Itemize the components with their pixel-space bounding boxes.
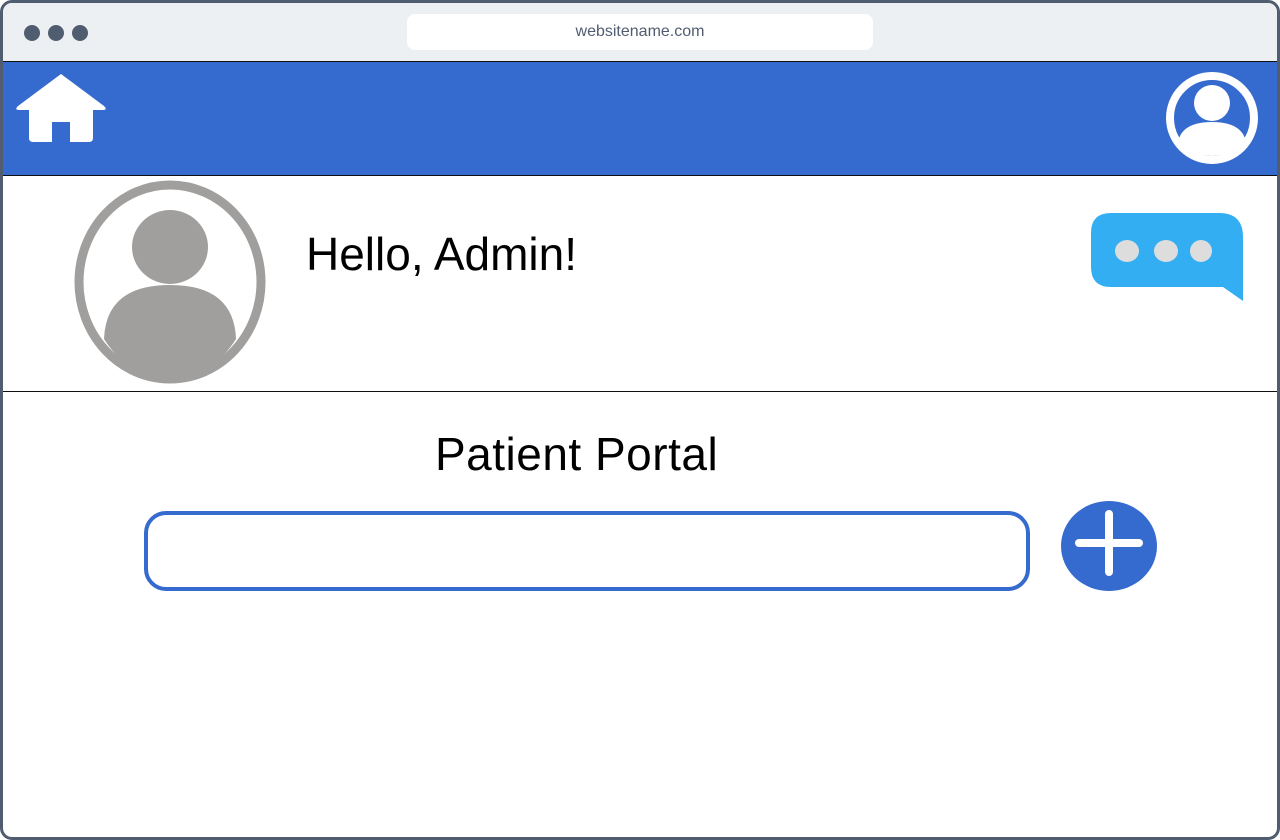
url-text: websitename.com (575, 23, 705, 40)
user-avatar-icon (74, 180, 266, 384)
chat-bubble-icon[interactable] (1087, 209, 1247, 301)
home-icon[interactable] (14, 72, 108, 146)
window-dot-icon (24, 25, 40, 41)
window-dot-icon (72, 25, 88, 41)
plus-icon (1061, 501, 1157, 591)
address-bar[interactable]: websitename.com (407, 14, 873, 50)
browser-window: websitename.com Hello, Admin! Patient Po… (0, 0, 1280, 840)
patient-search-input[interactable] (144, 511, 1030, 591)
browser-titlebar: websitename.com (3, 3, 1277, 61)
top-navbar (3, 61, 1277, 176)
add-patient-button[interactable] (1059, 498, 1159, 594)
greeting-text: Hello, Admin! (306, 228, 578, 280)
profile-header: Hello, Admin! (3, 175, 1277, 392)
user-account-icon[interactable] (1164, 70, 1260, 166)
window-dot-icon (48, 25, 64, 41)
portal-title: Patient Portal (435, 428, 719, 480)
